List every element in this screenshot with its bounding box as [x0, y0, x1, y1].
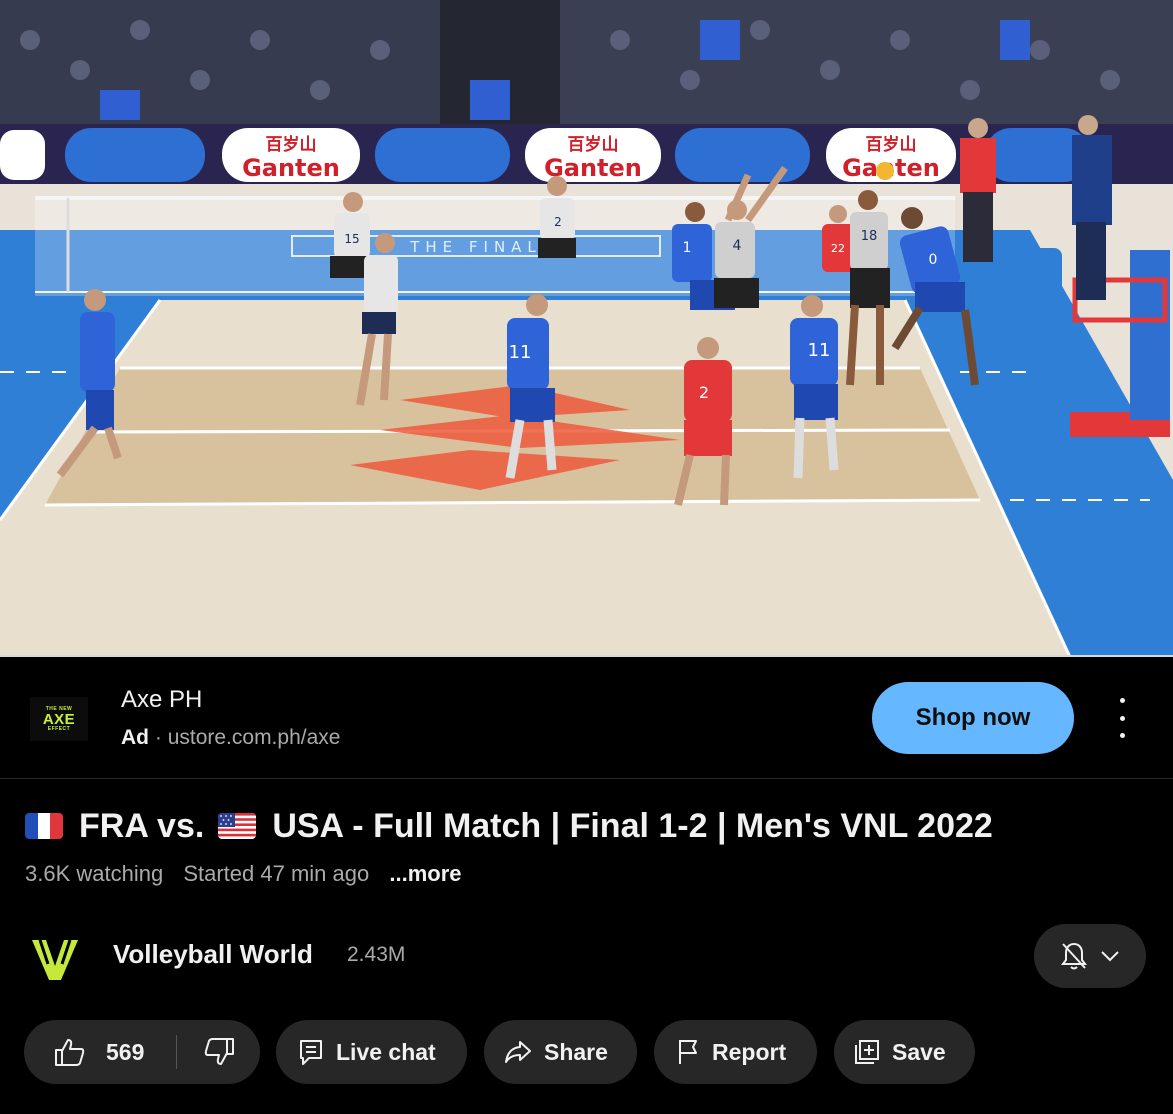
player-number: 2: [554, 215, 562, 229]
thumbs-down-icon: [204, 1038, 234, 1065]
shop-now-button[interactable]: Shop now: [872, 682, 1074, 754]
video-title[interactable]: FRA vs. USA - Full Match | Final 1-2 | M…: [25, 803, 993, 849]
title-part-fra: FRA vs.: [79, 806, 205, 845]
flag-icon: [679, 1040, 697, 1064]
video-player[interactable]: 百岁山 Ganten 百岁山 Ganten 百岁山 Ganten: [0, 0, 1173, 657]
logo-brand: AXE: [42, 710, 76, 728]
video-frame: 百岁山 Ganten 百岁山 Ganten 百岁山 Ganten: [0, 0, 1173, 657]
player-number: 0: [929, 252, 938, 268]
section-divider: [0, 778, 1173, 779]
notifications-button[interactable]: [1034, 924, 1146, 988]
like-button[interactable]: 569: [24, 1037, 176, 1067]
ad-url[interactable]: ustore.com.ph/axe: [168, 726, 341, 749]
player-number: 1: [683, 240, 692, 256]
more-link[interactable]: ...more: [389, 861, 461, 886]
ad-meta: Ad · ustore.com.ph/axe: [121, 726, 340, 750]
player-number: 11: [509, 342, 532, 363]
chat-icon: [300, 1040, 322, 1065]
video-stats[interactable]: 3.6K watching Started 47 min ago ...more: [25, 861, 476, 887]
ad-separator: ·: [154, 726, 162, 749]
watching-count: 3.6K watching: [25, 861, 164, 886]
started-time: Started 47 min ago: [183, 861, 370, 886]
more-options-icon[interactable]: [1110, 698, 1134, 738]
bell-off-icon: [1061, 942, 1087, 970]
volleyball-world-logo-icon: [26, 928, 84, 986]
subscriber-count: 2.43M: [347, 943, 406, 966]
share-icon: [505, 1041, 531, 1063]
logo-text-bottom: EFFECT: [47, 725, 71, 732]
player-number: 22: [831, 242, 845, 255]
live-chat-label: Live chat: [336, 1038, 436, 1065]
player-number: 15: [344, 232, 359, 246]
like-count: 569: [106, 1038, 145, 1065]
advertiser-name[interactable]: Axe PH: [121, 686, 202, 714]
report-button[interactable]: Report: [654, 1020, 817, 1084]
share-button[interactable]: Share: [484, 1020, 637, 1084]
ad-label: Ad: [121, 726, 149, 749]
thumbs-up-icon: [55, 1039, 85, 1066]
add-to-playlist-icon: [855, 1040, 879, 1064]
sponsor-cn: 百岁山: [568, 134, 619, 155]
usa-flag-icon: [218, 813, 257, 839]
title-part-usa: USA - Full Match | Final 1-2 | Men's VNL…: [272, 806, 993, 845]
player-number: 18: [861, 229, 878, 244]
save-label: Save: [892, 1038, 946, 1065]
player-number: 4: [733, 238, 742, 254]
chevron-down-icon: [1101, 951, 1119, 962]
share-label: Share: [544, 1038, 608, 1065]
video-progress-divider: [0, 655, 1173, 657]
channel-name[interactable]: Volleyball World: [113, 939, 313, 970]
live-chat-button[interactable]: Live chat: [276, 1020, 467, 1084]
france-flag-icon: [25, 813, 63, 839]
save-button[interactable]: Save: [834, 1020, 975, 1084]
sponsor-cn: 百岁山: [266, 134, 317, 155]
sponsor-name: Ganten: [242, 154, 340, 182]
player-number: 11: [808, 340, 831, 361]
dislike-button[interactable]: [177, 1037, 235, 1067]
channel-avatar[interactable]: [26, 928, 84, 986]
sponsor-cn: 百岁山: [866, 134, 917, 155]
report-label: Report: [712, 1038, 787, 1065]
advertiser-logo[interactable]: THE NEW AXE EFFECT: [30, 697, 88, 741]
player-number: 2: [699, 383, 709, 402]
like-dislike-group: 569: [24, 1020, 260, 1084]
